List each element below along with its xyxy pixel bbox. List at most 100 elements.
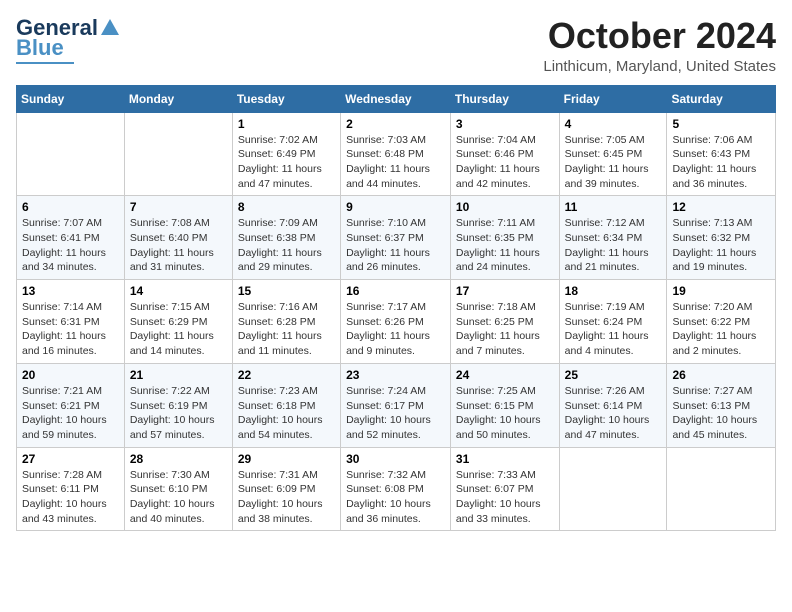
day-cell: 11Sunrise: 7:12 AMSunset: 6:34 PMDayligh… bbox=[559, 196, 667, 280]
day-info: Sunrise: 7:11 AMSunset: 6:35 PMDaylight:… bbox=[456, 216, 554, 275]
day-info: Sunrise: 7:19 AMSunset: 6:24 PMDaylight:… bbox=[565, 300, 662, 359]
day-cell: 19 Sunrise: 7:20 AMSunset: 6:22 PMDayligh… bbox=[667, 280, 776, 364]
header-sunday: Sunday bbox=[17, 85, 125, 112]
day-info: Sunrise: 7:30 AMSunset: 6:10 PMDaylight:… bbox=[130, 468, 227, 527]
day-info: Sunrise: 7:08 AMSunset: 6:40 PMDaylight:… bbox=[130, 216, 227, 275]
header-monday: Monday bbox=[124, 85, 232, 112]
day-info: Sunrise: 7:16 AMSunset: 6:28 PMDaylight:… bbox=[238, 300, 335, 359]
day-info: Sunrise: 7:26 AMSunset: 6:14 PMDaylight:… bbox=[565, 384, 662, 443]
day-cell: 20Sunrise: 7:21 AMSunset: 6:21 PMDayligh… bbox=[17, 363, 125, 447]
day-number: 18 bbox=[565, 284, 662, 298]
day-number: 24 bbox=[456, 368, 554, 382]
day-number: 14 bbox=[130, 284, 227, 298]
day-cell: 13 Sunrise: 7:14 AMSunset: 6:31 PMDayligh… bbox=[17, 280, 125, 364]
day-info: Sunrise: 7:02 AMSunset: 6:49 PMDaylight:… bbox=[238, 133, 335, 192]
day-info: Sunrise: 7:24 AMSunset: 6:17 PMDaylight:… bbox=[346, 384, 445, 443]
day-info: Sunrise: 7:31 AMSunset: 6:09 PMDaylight:… bbox=[238, 468, 335, 527]
day-number: 21 bbox=[130, 368, 227, 382]
day-cell: 3 Sunrise: 7:04 AMSunset: 6:46 PMDaylight… bbox=[450, 112, 559, 196]
day-cell: 18 Sunrise: 7:19 AMSunset: 6:24 PMDayligh… bbox=[559, 280, 667, 364]
day-number: 19 bbox=[672, 284, 770, 298]
day-number: 28 bbox=[130, 452, 227, 466]
month-title: October 2024 bbox=[543, 16, 776, 56]
day-cell: 26 Sunrise: 7:27 AMSunset: 6:13 PMDayligh… bbox=[667, 363, 776, 447]
logo-underline bbox=[16, 62, 74, 64]
day-cell: 24 Sunrise: 7:25 AMSunset: 6:15 PMDayligh… bbox=[450, 363, 559, 447]
week-row-5: 27 Sunrise: 7:28 AMSunset: 6:11 PMDayligh… bbox=[17, 447, 776, 531]
day-info: Sunrise: 7:28 AMSunset: 6:11 PMDaylight:… bbox=[22, 468, 119, 527]
day-info: Sunrise: 7:03 AMSunset: 6:48 PMDaylight:… bbox=[346, 133, 445, 192]
day-cell: 29 Sunrise: 7:31 AMSunset: 6:09 PMDayligh… bbox=[232, 447, 340, 531]
day-info: Sunrise: 7:27 AMSunset: 6:13 PMDaylight:… bbox=[672, 384, 770, 443]
day-info: Sunrise: 7:10 AMSunset: 6:37 PMDaylight:… bbox=[346, 216, 445, 275]
day-number: 12 bbox=[672, 200, 770, 214]
logo-text-blue: Blue bbox=[16, 36, 64, 60]
day-number: 13 bbox=[22, 284, 119, 298]
week-row-4: 20Sunrise: 7:21 AMSunset: 6:21 PMDayligh… bbox=[17, 363, 776, 447]
day-cell: 10 Sunrise: 7:11 AMSunset: 6:35 PMDayligh… bbox=[450, 196, 559, 280]
day-cell: 22 Sunrise: 7:23 AMSunset: 6:18 PMDayligh… bbox=[232, 363, 340, 447]
day-info: Sunrise: 7:09 AMSunset: 6:38 PMDaylight:… bbox=[238, 216, 335, 275]
header-wednesday: Wednesday bbox=[341, 85, 451, 112]
day-cell: 30 Sunrise: 7:32 AMSunset: 6:08 PMDayligh… bbox=[341, 447, 451, 531]
week-row-1: 1Sunrise: 7:02 AMSunset: 6:49 PMDaylight… bbox=[17, 112, 776, 196]
day-number: 4 bbox=[565, 117, 662, 131]
day-info: Sunrise: 7:15 AMSunset: 6:29 PMDaylight:… bbox=[130, 300, 227, 359]
day-number: 10 bbox=[456, 200, 554, 214]
header-friday: Friday bbox=[559, 85, 667, 112]
header: General Blue October 2024 Linthicum, Mar… bbox=[16, 16, 776, 75]
day-cell bbox=[17, 112, 125, 196]
day-number: 15 bbox=[238, 284, 335, 298]
day-number: 30 bbox=[346, 452, 445, 466]
day-cell: 8Sunrise: 7:09 AMSunset: 6:38 PMDaylight… bbox=[232, 196, 340, 280]
title-area: October 2024 Linthicum, Maryland, United… bbox=[543, 16, 776, 75]
day-info: Sunrise: 7:20 AMSunset: 6:22 PMDaylight:… bbox=[672, 300, 770, 359]
day-info: Sunrise: 7:32 AMSunset: 6:08 PMDaylight:… bbox=[346, 468, 445, 527]
day-number: 31 bbox=[456, 452, 554, 466]
day-cell: 1Sunrise: 7:02 AMSunset: 6:49 PMDaylight… bbox=[232, 112, 340, 196]
day-number: 22 bbox=[238, 368, 335, 382]
day-cell: 4Sunrise: 7:05 AMSunset: 6:45 PMDaylight… bbox=[559, 112, 667, 196]
day-cell: 28 Sunrise: 7:30 AMSunset: 6:10 PMDayligh… bbox=[124, 447, 232, 531]
day-info: Sunrise: 7:07 AMSunset: 6:41 PMDaylight:… bbox=[22, 216, 119, 275]
day-number: 6 bbox=[22, 200, 119, 214]
day-info: Sunrise: 7:33 AMSunset: 6:07 PMDaylight:… bbox=[456, 468, 554, 527]
day-info: Sunrise: 7:06 AMSunset: 6:43 PMDaylight:… bbox=[672, 133, 770, 192]
day-cell: 7 Sunrise: 7:08 AMSunset: 6:40 PMDaylight… bbox=[124, 196, 232, 280]
day-number: 11 bbox=[565, 200, 662, 214]
logo: General Blue bbox=[16, 16, 121, 64]
day-number: 2 bbox=[346, 117, 445, 131]
day-info: Sunrise: 7:22 AMSunset: 6:19 PMDaylight:… bbox=[130, 384, 227, 443]
day-info: Sunrise: 7:17 AMSunset: 6:26 PMDaylight:… bbox=[346, 300, 445, 359]
day-number: 17 bbox=[456, 284, 554, 298]
day-info: Sunrise: 7:25 AMSunset: 6:15 PMDaylight:… bbox=[456, 384, 554, 443]
day-cell: 6 Sunrise: 7:07 AMSunset: 6:41 PMDaylight… bbox=[17, 196, 125, 280]
day-info: Sunrise: 7:18 AMSunset: 6:25 PMDaylight:… bbox=[456, 300, 554, 359]
day-number: 29 bbox=[238, 452, 335, 466]
day-cell: 9Sunrise: 7:10 AMSunset: 6:37 PMDaylight… bbox=[341, 196, 451, 280]
day-number: 23 bbox=[346, 368, 445, 382]
day-number: 7 bbox=[130, 200, 227, 214]
week-row-3: 13 Sunrise: 7:14 AMSunset: 6:31 PMDayligh… bbox=[17, 280, 776, 364]
day-info: Sunrise: 7:04 AMSunset: 6:46 PMDaylight:… bbox=[456, 133, 554, 192]
day-info: Sunrise: 7:23 AMSunset: 6:18 PMDaylight:… bbox=[238, 384, 335, 443]
day-cell: 15 Sunrise: 7:16 AMSunset: 6:28 PMDayligh… bbox=[232, 280, 340, 364]
week-row-2: 6 Sunrise: 7:07 AMSunset: 6:41 PMDaylight… bbox=[17, 196, 776, 280]
day-number: 27 bbox=[22, 452, 119, 466]
header-tuesday: Tuesday bbox=[232, 85, 340, 112]
logo-icon bbox=[99, 17, 121, 39]
day-cell: 12 Sunrise: 7:13 AMSunset: 6:32 PMDayligh… bbox=[667, 196, 776, 280]
header-saturday: Saturday bbox=[667, 85, 776, 112]
day-info: Sunrise: 7:21 AMSunset: 6:21 PMDaylight:… bbox=[22, 384, 119, 443]
header-thursday: Thursday bbox=[450, 85, 559, 112]
day-number: 3 bbox=[456, 117, 554, 131]
day-info: Sunrise: 7:14 AMSunset: 6:31 PMDaylight:… bbox=[22, 300, 119, 359]
day-cell: 25Sunrise: 7:26 AMSunset: 6:14 PMDayligh… bbox=[559, 363, 667, 447]
day-cell bbox=[667, 447, 776, 531]
day-number: 26 bbox=[672, 368, 770, 382]
day-cell: 17 Sunrise: 7:18 AMSunset: 6:25 PMDayligh… bbox=[450, 280, 559, 364]
day-number: 16 bbox=[346, 284, 445, 298]
day-cell: 27 Sunrise: 7:28 AMSunset: 6:11 PMDayligh… bbox=[17, 447, 125, 531]
day-info: Sunrise: 7:13 AMSunset: 6:32 PMDaylight:… bbox=[672, 216, 770, 275]
day-cell bbox=[559, 447, 667, 531]
